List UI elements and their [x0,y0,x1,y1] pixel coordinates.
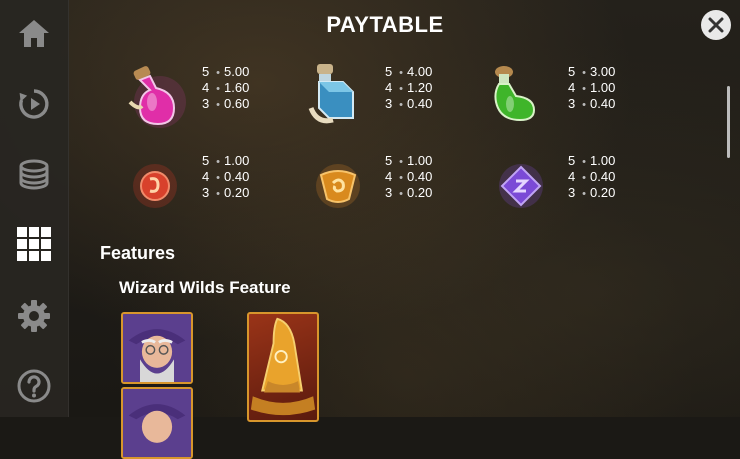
paytable-grid-icon [17,227,51,261]
paytable-button[interactable] [14,224,54,264]
bet-button[interactable] [14,154,54,194]
scrollbar[interactable] [727,86,730,158]
purple-rune-icon [486,151,556,221]
pay-row: 5 • 1.00 [202,153,250,168]
paytable-item-blue-potion: 5 • 4.00 4 • 1.20 3 • 0.40 [303,62,463,132]
pay-row: 5 • 5.00 [202,64,250,79]
pay-row: 3 • 0.40 [568,96,616,111]
paytable-item-pink-potion: 5 • 5.00 4 • 1.60 3 • 0.60 [120,62,280,132]
pay-row: 5 • 1.00 [385,153,433,168]
settings-button[interactable] [14,296,54,336]
pay-row: 4 • 1.60 [202,80,250,95]
paytable-item-orange-rune: 5 • 1.00 4 • 0.40 3 • 0.20 [303,151,463,221]
orange-rune-icon [303,151,373,221]
close-button[interactable] [701,10,731,40]
autoplay-button[interactable] [14,84,54,124]
help-button[interactable] [14,366,54,406]
wizard-wild-symbol [121,387,193,459]
wizard-icon [123,314,191,382]
wizard-icon [123,389,191,457]
pay-row: 3 • 0.40 [385,96,433,111]
pink-potion-icon [120,62,190,132]
pay-row: 4 • 0.40 [202,169,250,184]
page-title: PAYTABLE [326,12,444,37]
pay-row: 4 • 0.40 [385,169,433,184]
replay-icon [19,89,49,119]
pay-row: 5 • 4.00 [385,64,433,79]
pay-row: 4 • 1.00 [568,80,616,95]
paytable-item-green-potion: 5 • 3.00 4 • 1.00 3 • 0.40 [486,62,646,132]
pay-row: 5 • 3.00 [568,64,616,79]
green-potion-icon [486,62,556,132]
settings-icon [18,300,50,332]
wizard-hat-icon [250,317,316,416]
close-icon [708,17,724,33]
paytable-item-purple-rune: 5 • 1.00 4 • 0.40 3 • 0.20 [486,151,646,221]
blue-potion-icon [303,62,373,132]
pay-row: 4 • 1.20 [385,80,433,95]
pay-row: 3 • 0.20 [385,185,433,200]
sidebar [0,0,69,417]
wizard-hat-symbol [247,312,319,422]
pay-row: 3 • 0.20 [202,185,250,200]
red-rune-icon [120,151,190,221]
pay-row: 3 • 0.60 [202,96,250,111]
pay-row: 4 • 0.40 [568,169,616,184]
coins-icon [19,159,49,190]
wizard-wild-symbol [121,312,193,384]
pay-row: 5 • 1.00 [568,153,616,168]
features-heading: Features [100,243,176,263]
paytable-item-red-rune: 5 • 1.00 4 • 0.40 3 • 0.20 [120,151,280,221]
wizard-wilds-title: Wizard Wilds Feature [119,278,291,297]
pay-row: 3 • 0.20 [568,185,616,200]
help-icon [17,369,51,403]
